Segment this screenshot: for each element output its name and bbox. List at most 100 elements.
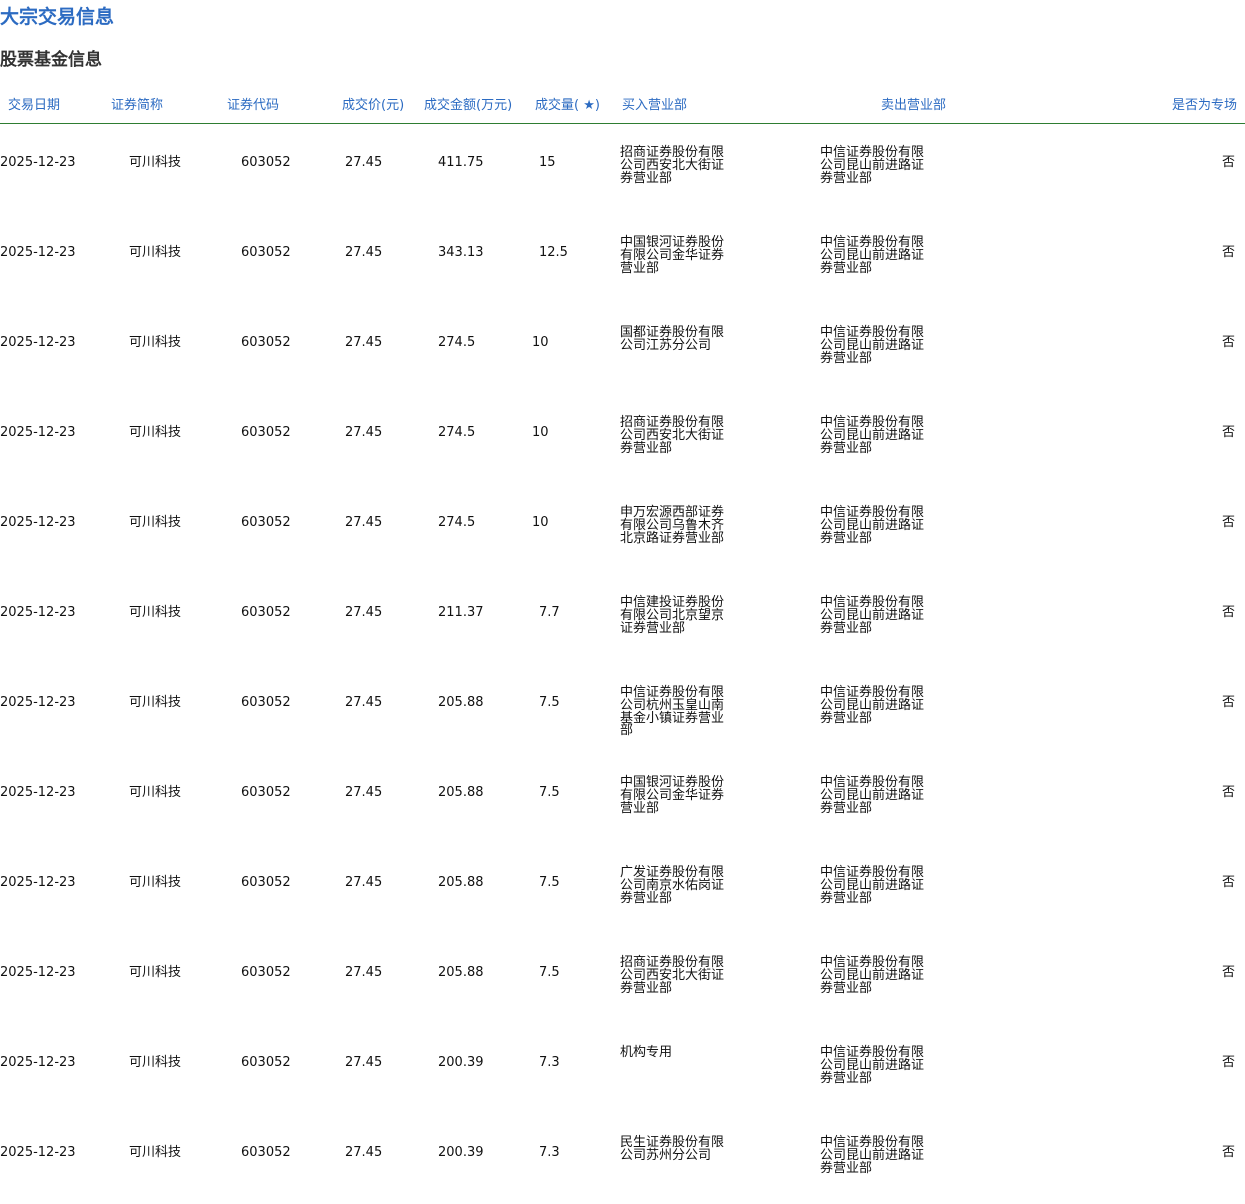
cell-code: 603052	[241, 425, 291, 440]
cell-amount: 411.75	[438, 155, 484, 170]
cell-price: 27.45	[345, 515, 383, 530]
table-row: 2025-12-23 可川科技 603052 27.45 274.5 10 申万…	[0, 484, 1245, 574]
cell-price: 27.45	[345, 965, 383, 980]
col-header-name[interactable]: 证券简称	[111, 97, 163, 115]
cell-code: 603052	[241, 1145, 291, 1160]
table-row: 2025-12-23 可川科技 603052 27.45 343.13 12.5…	[0, 214, 1245, 304]
cell-price: 27.45	[345, 425, 383, 440]
col-header-code[interactable]: 证券代码	[227, 97, 279, 115]
col-header-price[interactable]: 成交价(元)	[342, 97, 404, 115]
cell-name: 可川科技	[129, 965, 182, 980]
cell-special: 否	[1221, 245, 1235, 260]
cell-buyer: 中国银河证券股份有限公司金华证券营业部	[620, 235, 725, 276]
cell-seller: 中信证券股份有限公司昆山前进路证券营业部	[820, 415, 925, 456]
cell-code: 603052	[241, 155, 291, 170]
cell-code: 603052	[241, 335, 291, 350]
table-row: 2025-12-23 可川科技 603052 27.45 205.88 7.5 …	[0, 934, 1245, 1024]
cell-seller: 中信证券股份有限公司昆山前进路证券营业部	[820, 235, 925, 276]
cell-seller: 中信证券股份有限公司昆山前进路证券营业部	[820, 775, 925, 816]
cell-name: 可川科技	[129, 245, 182, 260]
cell-code: 603052	[241, 605, 291, 620]
cell-date: 2025-12-23	[0, 965, 76, 980]
cell-volume: 7.3	[539, 1055, 560, 1070]
col-header-buyer[interactable]: 买入营业部	[622, 97, 687, 115]
cell-code: 603052	[241, 785, 291, 800]
cell-special: 否	[1221, 515, 1235, 530]
col-header-seller[interactable]: 卖出营业部	[881, 97, 946, 115]
section-title: 股票基金信息	[0, 50, 102, 70]
cell-amount: 205.88	[438, 785, 484, 800]
cell-buyer: 广发证券股份有限公司南京水佑岗证券营业部	[620, 865, 725, 906]
cell-date: 2025-12-23	[0, 335, 76, 350]
cell-seller: 中信证券股份有限公司昆山前进路证券营业部	[820, 595, 925, 636]
cell-amount: 211.37	[438, 605, 484, 620]
cell-seller: 中信证券股份有限公司昆山前进路证券营业部	[820, 865, 925, 906]
cell-name: 可川科技	[129, 425, 182, 440]
cell-date: 2025-12-23	[0, 695, 76, 710]
col-header-volume[interactable]: 成交量( ★)	[535, 97, 600, 115]
cell-price: 27.45	[345, 695, 383, 710]
cell-special: 否	[1221, 335, 1235, 350]
cell-price: 27.45	[345, 875, 383, 890]
cell-buyer: 中国银河证券股份有限公司金华证券营业部	[620, 775, 725, 816]
cell-special: 否	[1221, 875, 1235, 890]
cell-seller: 中信证券股份有限公司昆山前进路证券营业部	[820, 955, 925, 996]
cell-price: 27.45	[345, 1055, 383, 1070]
table-row: 2025-12-23 可川科技 603052 27.45 274.5 10 国都…	[0, 304, 1245, 394]
cell-date: 2025-12-23	[0, 1055, 76, 1070]
cell-code: 603052	[241, 695, 291, 710]
cell-price: 27.45	[345, 1145, 383, 1160]
cell-amount: 274.5	[438, 515, 476, 530]
cell-price: 27.45	[345, 605, 383, 620]
cell-price: 27.45	[345, 785, 383, 800]
cell-name: 可川科技	[129, 335, 182, 350]
cell-special: 否	[1221, 425, 1235, 440]
cell-name: 可川科技	[129, 875, 182, 890]
cell-buyer: 中信建投证券股份有限公司北京望京证券营业部	[620, 595, 725, 636]
cell-date: 2025-12-23	[0, 605, 76, 620]
cell-seller: 中信证券股份有限公司昆山前进路证券营业部	[820, 685, 925, 726]
cell-special: 否	[1221, 605, 1235, 620]
cell-name: 可川科技	[129, 515, 182, 530]
cell-amount: 200.39	[438, 1055, 484, 1070]
table-header: 交易日期 证券简称 证券代码 成交价(元) 成交金额(万元) 成交量( ★) 买…	[0, 94, 1245, 124]
cell-name: 可川科技	[129, 1145, 182, 1160]
cell-amount: 205.88	[438, 965, 484, 980]
col-header-special[interactable]: 是否为专场	[1172, 97, 1237, 115]
col-header-amount[interactable]: 成交金额(万元)	[424, 97, 512, 115]
cell-buyer: 中信证券股份有限公司杭州玉皇山南基金小镇证券营业部	[620, 685, 725, 739]
cell-amount: 205.88	[438, 875, 484, 890]
cell-volume: 10	[532, 515, 549, 530]
cell-amount: 274.5	[438, 335, 476, 350]
cell-name: 可川科技	[129, 155, 182, 170]
cell-volume: 7.3	[539, 1145, 560, 1160]
table-row: 2025-12-23 可川科技 603052 27.45 411.75 15 招…	[0, 124, 1245, 214]
cell-buyer: 申万宏源西部证券有限公司乌鲁木齐北京路证券营业部	[620, 505, 725, 546]
col-header-date[interactable]: 交易日期	[8, 97, 60, 115]
cell-seller: 中信证券股份有限公司昆山前进路证券营业部	[820, 1135, 925, 1176]
table-row: 2025-12-23 可川科技 603052 27.45 200.39 7.3 …	[0, 1114, 1245, 1204]
cell-code: 603052	[241, 515, 291, 530]
cell-amount: 274.5	[438, 425, 476, 440]
cell-special: 否	[1221, 695, 1235, 710]
cell-seller: 中信证券股份有限公司昆山前进路证券营业部	[820, 325, 925, 366]
cell-buyer: 机构专用	[620, 1045, 673, 1060]
cell-seller: 中信证券股份有限公司昆山前进路证券营业部	[820, 505, 925, 546]
cell-code: 603052	[241, 965, 291, 980]
cell-volume: 10	[532, 425, 549, 440]
table-row: 2025-12-23 可川科技 603052 27.45 211.37 7.7 …	[0, 574, 1245, 664]
cell-seller: 中信证券股份有限公司昆山前进路证券营业部	[820, 1045, 925, 1086]
cell-name: 可川科技	[129, 695, 182, 710]
cell-volume: 12.5	[539, 245, 568, 260]
cell-seller: 中信证券股份有限公司昆山前进路证券营业部	[820, 145, 925, 186]
cell-price: 27.45	[345, 155, 383, 170]
cell-volume: 7.5	[539, 875, 560, 890]
table-row: 2025-12-23 可川科技 603052 27.45 205.88 7.5 …	[0, 754, 1245, 844]
cell-special: 否	[1221, 1055, 1235, 1070]
cell-special: 否	[1221, 155, 1235, 170]
cell-date: 2025-12-23	[0, 515, 76, 530]
page-title: 大宗交易信息	[0, 6, 115, 28]
cell-special: 否	[1221, 785, 1235, 800]
cell-name: 可川科技	[129, 785, 182, 800]
table-row: 2025-12-23 可川科技 603052 27.45 274.5 10 招商…	[0, 394, 1245, 484]
